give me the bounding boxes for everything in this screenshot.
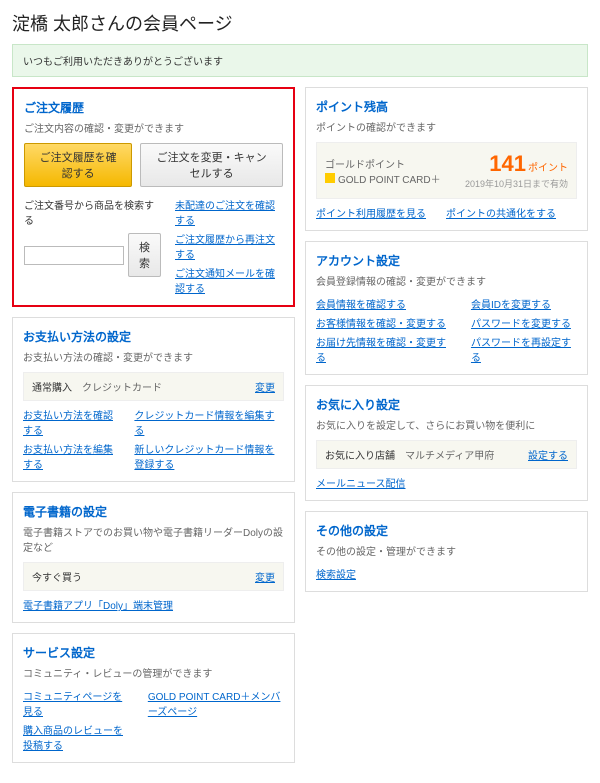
page-title: 淀橋 太郎さんの会員ページ [12, 10, 588, 36]
ebook-title: 電子書籍の設定 [23, 503, 284, 520]
payment-desc: お支払い方法の確認・変更ができます [23, 349, 284, 364]
payment-section: お支払い方法の設定 お支払い方法の確認・変更ができます 通常購入 クレジットカー… [12, 317, 295, 482]
order-change-button[interactable]: ご注文を変更・キャンセルする [140, 143, 283, 187]
other-link-search[interactable]: 検索設定 [316, 566, 356, 581]
notice-banner: いつもご利用いただきありがとうございます [12, 44, 588, 77]
order-link-undelivered[interactable]: 未配達のご注文を確認する [175, 197, 283, 227]
payment-change-link[interactable]: 変更 [255, 379, 275, 394]
account-link-pw-reset[interactable]: パスワードを再設定する [471, 334, 577, 364]
order-history-button[interactable]: ご注文履歴を確認する [24, 143, 132, 187]
account-link-pw[interactable]: パスワードを変更する [471, 315, 577, 330]
favorite-box-label: お気に入り店舗 [325, 447, 395, 462]
favorite-section: お気に入り設定 お気に入りを設定して、さらにお買い物を便利に お気に入り店舗 マ… [305, 385, 588, 501]
other-title: その他の設定 [316, 522, 577, 539]
gold-point-icon [325, 173, 335, 183]
payment-link-edit[interactable]: お支払い方法を編集する [23, 441, 114, 471]
points-section: ポイント残高 ポイントの確認ができます ゴールドポイント GOLD POINT … [305, 87, 588, 231]
payment-box: 通常購入 クレジットカード 変更 [23, 372, 284, 401]
account-title: アカウント設定 [316, 252, 577, 269]
favorite-box-value: マルチメディア甲府 [405, 447, 494, 462]
favorite-desc: お気に入りを設定して、さらにお買い物を便利に [316, 417, 577, 432]
account-link-customer[interactable]: お客様情報を確認・変更する [316, 315, 451, 330]
other-section: その他の設定 その他の設定・管理ができます 検索設定 [305, 511, 588, 592]
service-link-review[interactable]: 購入商品のレビューを投稿する [23, 722, 128, 752]
account-link-id[interactable]: 会員IDを変更する [471, 296, 577, 311]
service-desc: コミュニティ・レビューの管理ができます [23, 665, 284, 680]
order-history-section: ご注文履歴 ご注文内容の確認・変更ができます ご注文履歴を確認する ご注文を変更… [12, 87, 295, 307]
points-title: ポイント残高 [316, 98, 577, 115]
ebook-box-label: 今すぐ買う [32, 569, 82, 584]
order-search-label: ご注文番号から商品を検索する [24, 197, 161, 227]
gold-point-card: GOLD POINT CARD＋ [338, 175, 441, 186]
payment-box-value: クレジットカード [82, 379, 162, 394]
payment-title: お支払い方法の設定 [23, 328, 284, 345]
account-link-info[interactable]: 会員情報を確認する [316, 296, 451, 311]
payment-box-label: 通常購入 [32, 379, 72, 394]
points-box: ゴールドポイント GOLD POINT CARD＋ 141ポイント 2019年1… [316, 142, 577, 199]
order-title: ご注文履歴 [24, 99, 283, 116]
ebook-change-link[interactable]: 変更 [255, 569, 275, 584]
service-section: サービス設定 コミュニティ・レビューの管理ができます コミュニティページを見る … [12, 633, 295, 763]
order-link-mail[interactable]: ご注文通知メールを確認する [175, 265, 283, 295]
order-search-button[interactable]: 検索 [128, 233, 161, 277]
points-link-common[interactable]: ポイントの共通化をする [446, 205, 556, 220]
points-unit: ポイント [528, 163, 568, 174]
ebook-desc: 電子書籍ストアでのお買い物や電子書籍リーダーDolyの設定など [23, 524, 284, 554]
payment-link-cc-edit[interactable]: クレジットカード情報を編集する [134, 407, 284, 437]
account-link-address[interactable]: お届け先情報を確認・変更する [316, 334, 451, 364]
service-link-community[interactable]: コミュニティページを見る [23, 688, 128, 718]
ebook-link-doly[interactable]: 電子書籍アプリ「Doly」端末管理 [23, 597, 173, 612]
order-search-input[interactable] [24, 246, 124, 265]
account-section: アカウント設定 会員登録情報の確認・変更ができます 会員情報を確認する お客様情… [305, 241, 588, 375]
ebook-box: 今すぐ買う 変更 [23, 562, 284, 591]
payment-link-confirm[interactable]: お支払い方法を確認する [23, 407, 114, 437]
favorite-link-mailnews[interactable]: メールニュース配信 [316, 475, 406, 490]
points-link-history[interactable]: ポイント利用履歴を見る [316, 205, 426, 220]
account-desc: 会員登録情報の確認・変更ができます [316, 273, 577, 288]
ebook-section: 電子書籍の設定 電子書籍ストアでのお買い物や電子書籍リーダーDolyの設定など … [12, 492, 295, 623]
gold-point-label: ゴールドポイント [325, 156, 441, 171]
points-value: 141 [489, 151, 526, 176]
favorite-set-link[interactable]: 設定する [528, 447, 568, 462]
service-title: サービス設定 [23, 644, 284, 661]
points-desc: ポイントの確認ができます [316, 119, 577, 134]
service-link-gpc[interactable]: GOLD POINT CARD＋メンバーズページ [148, 688, 284, 718]
favorite-title: お気に入り設定 [316, 396, 577, 413]
other-desc: その他の設定・管理ができます [316, 543, 577, 558]
points-expire: 2019年10月31日まで有効 [465, 177, 568, 190]
order-link-reorder[interactable]: ご注文履歴から再注文する [175, 231, 283, 261]
favorite-box: お気に入り店舗 マルチメディア甲府 設定する [316, 440, 577, 469]
order-desc: ご注文内容の確認・変更ができます [24, 120, 283, 135]
payment-link-cc-new[interactable]: 新しいクレジットカード情報を登録する [134, 441, 284, 471]
